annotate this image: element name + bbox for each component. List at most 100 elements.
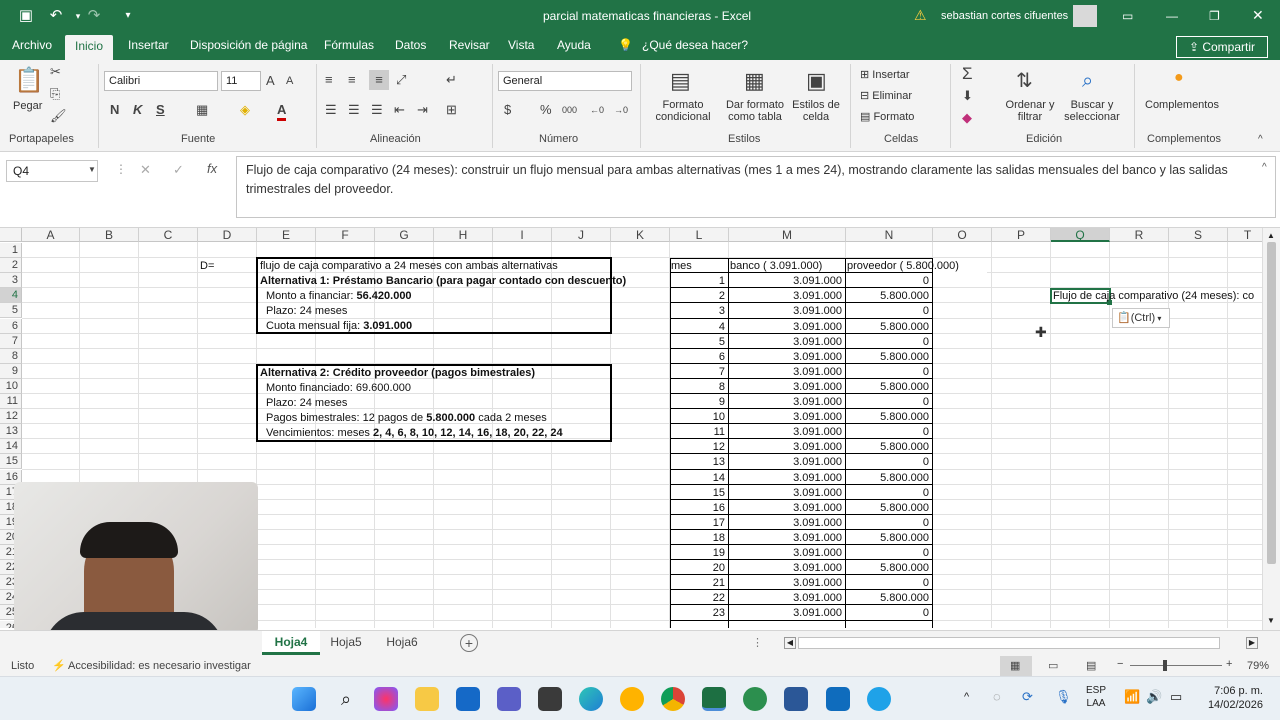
number-format-select[interactable]: General [498,71,632,91]
box1-plazo[interactable]: Plazo: 24 meses [266,304,347,319]
font-color-icon[interactable]: A [277,102,287,121]
autosum-icon[interactable]: Σ [962,65,973,82]
close-icon[interactable]: ✕ [1252,7,1264,24]
maximize-icon[interactable]: ❐ [1209,9,1220,23]
column-header-i[interactable]: I [493,228,552,242]
vertical-scrollbar[interactable]: ▲ ▼ [1262,228,1280,630]
box1-alternative[interactable]: Alternativa 1: Préstamo Bancario (para p… [260,274,626,289]
edge-icon[interactable] [579,687,603,711]
select-all-corner[interactable] [0,228,22,242]
search-icon[interactable]: ⌕ [334,687,358,711]
enter-icon[interactable]: ✓ [173,162,184,178]
font-name-select[interactable]: Calibri [104,71,218,91]
row-header-13[interactable]: 13 [0,424,22,440]
cell-styles-icon[interactable]: ▣ [806,66,827,96]
paste-button[interactable]: Pegar [13,100,42,112]
avatar[interactable] [1073,5,1097,27]
page-break-icon[interactable]: ▤ [1086,659,1096,672]
box1-title[interactable]: flujo de caja comparativo a 24 meses con… [260,259,558,274]
orientation-icon[interactable]: ⤢ [396,72,406,88]
tab-ayuda[interactable]: Ayuda [557,38,591,52]
box2-vencimientos[interactable]: Vencimientos: meses 2, 4, 6, 8, 10, 12, … [266,426,563,441]
chrome-profile-icon[interactable] [743,687,767,711]
collapse-formula-icon[interactable]: ^ [1262,162,1267,173]
find-icon[interactable]: ⌕ [1082,66,1093,96]
minimize-icon[interactable]: — [1166,9,1178,23]
collapse-ribbon-icon[interactable]: ^ [1258,132,1263,148]
name-box[interactable]: Q4 [6,160,98,182]
format-table-icon[interactable]: ▦ [744,66,765,96]
teams-icon[interactable] [497,687,521,711]
windows-start-icon[interactable] [292,687,316,711]
column-header-q[interactable]: Q [1051,228,1110,242]
insert-function-button[interactable]: fx [207,161,217,176]
row-header-7[interactable]: 7 [0,333,22,349]
page-layout-icon[interactable]: ▭ [1048,659,1058,672]
delete-cells-button[interactable]: ⊟ Eliminar [860,89,912,102]
column-header-r[interactable]: R [1110,228,1169,242]
box2-monto[interactable]: Monto financiado: 69.600.000 [266,381,411,396]
row-header-14[interactable]: 14 [0,439,22,455]
row-header-3[interactable]: 3 [0,273,22,289]
zoom-out-icon[interactable]: − [1117,658,1123,670]
row-header-1[interactable]: 1 [0,243,22,258]
word-icon[interactable] [784,687,808,711]
column-header-t[interactable]: T [1228,228,1262,242]
warning-icon[interactable]: ⚠ [914,7,927,24]
row-header-2[interactable]: 2 [0,258,22,274]
decrease-indent-icon[interactable]: ⇤ [394,102,405,118]
row-header-6[interactable]: 6 [0,318,22,334]
font-size-select[interactable]: 11 [221,71,261,91]
mic-icon[interactable]: 🎙 [1055,689,1072,705]
scroll-up-icon[interactable]: ▲ [1267,231,1275,240]
increase-indent-icon[interactable]: ⇥ [417,102,428,118]
underline-button[interactable]: S [156,102,165,118]
box1-cuota[interactable]: Cuota mensual fija: 3.091.000 [266,319,412,334]
tab-disposicion[interactable]: Disposición de página [190,38,307,52]
column-header-k[interactable]: K [611,228,670,242]
column-header-p[interactable]: P [992,228,1051,242]
bold-button[interactable]: N [110,102,119,118]
format-painter-icon[interactable]: 🖌 [50,108,67,124]
copy-icon[interactable]: ⎘ [50,86,60,102]
zoom-level[interactable]: 79% [1247,660,1269,672]
box2-plazo[interactable]: Plazo: 24 meses [266,396,347,411]
column-header-e[interactable]: E [257,228,316,242]
column-header-b[interactable]: B [80,228,139,242]
formula-input[interactable]: Flujo de caja comparativo (24 meses): co… [236,156,1276,218]
column-header-j[interactable]: J [552,228,611,242]
align-left-icon[interactable]: ☰ [325,102,337,118]
format-table-button[interactable]: Dar formato como tabla [720,99,790,123]
accessibility-status[interactable]: Accesibilidad: es necesario investigar [68,660,251,672]
undo-icon[interactable]: ↶ [44,5,68,27]
cut-icon[interactable]: ✂ [50,64,61,80]
sheet-tab-hoja6[interactable]: Hoja6 [378,631,426,655]
wifi-icon[interactable]: 📶 [1124,689,1140,705]
decrease-decimal-icon[interactable]: →0 [614,102,628,118]
accessibility-icon[interactable]: ⚡ [52,659,66,672]
find-select-button[interactable]: Buscar y seleccionar [1058,99,1126,123]
addins-icon[interactable]: ● [1174,70,1184,86]
column-header-d[interactable]: D [198,228,257,242]
sort-filter-icon[interactable]: ⇅ [1016,66,1033,96]
row-header-9[interactable]: 9 [0,363,22,379]
browser-icon[interactable] [867,687,891,711]
box2-alternative[interactable]: Alternativa 2: Crédito proveedor (pagos … [260,366,535,381]
align-middle-icon[interactable]: ≡ [348,72,356,88]
microsoft365-icon[interactable] [538,687,562,711]
outlook-icon[interactable] [456,687,480,711]
copilot-icon[interactable] [374,687,398,711]
column-header-f[interactable]: F [316,228,375,242]
fill-icon[interactable]: ⬇ [962,88,973,104]
decrease-font-icon[interactable]: A [286,73,293,89]
column-header-m[interactable]: M [729,228,846,242]
currency-icon[interactable]: $ [504,102,511,118]
align-center-icon[interactable]: ☰ [348,102,360,118]
column-header-s[interactable]: S [1169,228,1228,242]
cell-d2[interactable]: D= [200,259,214,274]
clock[interactable]: 7:06 p. m. 14/02/2026 [1205,684,1263,712]
column-header-g[interactable]: G [375,228,434,242]
fill-color-icon[interactable]: ◈ [240,102,250,118]
column-header-o[interactable]: O [933,228,992,242]
tab-vista[interactable]: Vista [508,38,534,52]
